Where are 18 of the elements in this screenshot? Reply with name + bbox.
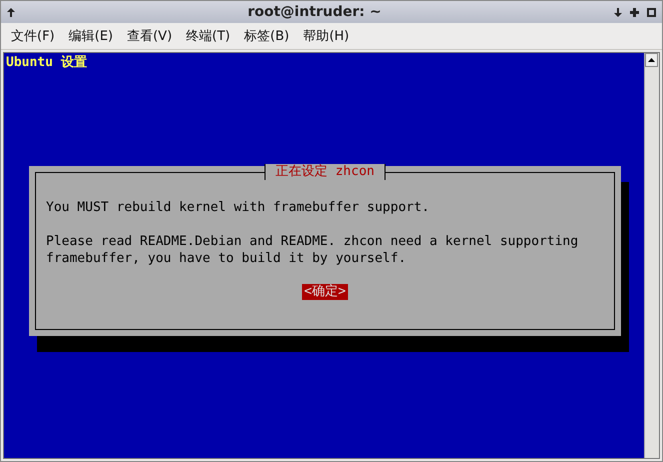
menu-item[interactable]: 标签(B) xyxy=(244,27,290,45)
menu-item[interactable]: 帮助(H) xyxy=(303,27,350,45)
plus-icon[interactable] xyxy=(630,8,639,16)
dialog-title: 正在设定 zhcon xyxy=(264,164,386,180)
dialog-text: Please read README.Debian and README. zhcon need a kernel supporting xyxy=(46,233,580,250)
menu-item[interactable]: 终端(T) xyxy=(186,27,230,45)
menu-item[interactable]: 查看(V) xyxy=(126,27,172,45)
window-title: root@intruder: ~ xyxy=(246,4,382,20)
dialog-text: You MUST rebuild kernel with framebuffer support. xyxy=(46,199,431,216)
dialog-text: framebuffer, you have to build it by yourself. xyxy=(46,250,408,267)
menu-item[interactable]: 编辑(E) xyxy=(68,27,113,45)
scrollbar[interactable] xyxy=(644,53,659,458)
menu-item[interactable]: 文件(F) xyxy=(11,27,55,45)
scroll-up-icon[interactable] xyxy=(645,53,658,67)
down-arrow-icon[interactable] xyxy=(614,8,622,16)
up-arrow-icon[interactable] xyxy=(7,8,15,16)
backtitle: Ubuntu 设置 xyxy=(5,54,88,72)
ok-button[interactable]: <确定> xyxy=(302,284,348,300)
